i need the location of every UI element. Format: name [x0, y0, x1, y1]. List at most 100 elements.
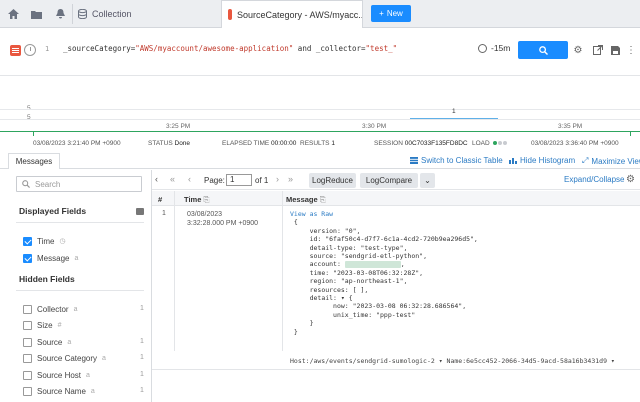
gridline [0, 109, 640, 110]
maximize-view-link[interactable]: ⤢ Maximize View [582, 156, 640, 166]
hidden-field-source-host[interactable]: Source Host a 1 [23, 369, 144, 381]
hide-histogram-link[interactable]: Hide Histogram [509, 156, 575, 165]
json-line[interactable]: detail: ▾ { [302, 294, 353, 302]
json-line: id: "6faf50c4-d7f7-6c1a-4cd2-720b9ea296d… [301, 235, 478, 244]
gear-icon[interactable]: ⚙ [626, 174, 635, 185]
field-checkbox[interactable] [23, 320, 32, 330]
hidden-field-source-name[interactable]: Source Name a 1 [23, 385, 144, 397]
tab-collection-label: Collection [92, 9, 132, 19]
row-number: 1 [162, 210, 166, 217]
hidden-field-collector[interactable]: Collector a 1 [23, 303, 144, 315]
elapsed-key: ELAPSED TIME [222, 140, 270, 147]
clock-icon: ◷ [59, 238, 66, 245]
page-label: Page: [204, 176, 225, 185]
field-checkbox[interactable] [23, 304, 32, 314]
divider [72, 4, 73, 24]
clock-icon [478, 43, 487, 53]
field-label: Collector [37, 304, 69, 314]
switch-classic-table-label: Switch to Classic Table [421, 156, 503, 165]
more-options-icon[interactable]: ⋮ [625, 44, 637, 56]
maximize-view-label: Maximize View [591, 156, 640, 166]
field-checkbox[interactable] [23, 253, 32, 263]
field-checkbox[interactable] [23, 236, 32, 246]
field-search-placeholder: Search [35, 179, 61, 189]
field-count: 1 [140, 387, 144, 394]
message-json[interactable]: View as Raw { version: "0", id: "6faf50c… [290, 210, 478, 336]
save-icon[interactable] [609, 44, 621, 56]
tab-source-category[interactable]: SourceCategory - AWS/myacc... [221, 0, 363, 28]
field-checkbox[interactable] [23, 386, 32, 396]
range-handle-start[interactable] [33, 131, 34, 136]
hidden-field-source[interactable]: Source a 1 [23, 336, 144, 348]
displayed-fields-heading: Displayed Fields [19, 206, 87, 216]
field-label: Source Host [37, 370, 82, 380]
bell-icon[interactable] [51, 5, 69, 23]
json-line: { [293, 218, 298, 227]
logcompare-dropdown[interactable]: ⌄ [420, 173, 435, 188]
page-total: of 1 [255, 176, 269, 185]
results-panel: ‹ « ‹ Page: 1 of 1 › » LogReduce LogComp… [152, 170, 640, 402]
gear-icon[interactable]: ⚙ [572, 44, 584, 56]
json-line: version: "0", [301, 226, 361, 235]
prev-page-icon[interactable]: ‹ [188, 174, 191, 184]
search-button[interactable] [518, 41, 568, 59]
load-dot [502, 141, 507, 146]
database-icon [78, 9, 87, 19]
expand-collapse-link[interactable]: Expand/Collapse [564, 175, 624, 184]
page-input[interactable]: 1 [226, 174, 252, 186]
last-page-icon[interactable]: » [288, 174, 293, 184]
tab-messages[interactable]: Messages [8, 153, 60, 169]
field-count: 1 [140, 338, 144, 345]
field-checkbox[interactable] [23, 353, 32, 363]
new-tab-button[interactable]: + New [371, 5, 411, 22]
results-toolbar: ‹ « ‹ Page: 1 of 1 › » LogReduce LogComp… [152, 170, 640, 190]
first-page-icon[interactable]: « [170, 174, 175, 184]
column-time-label: Time [184, 195, 202, 204]
view-as-raw-link[interactable]: View as Raw [290, 210, 333, 218]
text-type-icon: a [102, 354, 106, 362]
logcompare-button[interactable]: LogCompare [360, 173, 418, 188]
time-range-picker[interactable]: -15m [478, 43, 510, 53]
text-type-icon: a [90, 387, 95, 395]
query-editor[interactable]: _sourceCategory="AWS/myaccount/awesome-a… [63, 44, 397, 53]
row-divider [152, 369, 640, 370]
displayed-field-message[interactable]: Message a [23, 252, 141, 264]
range-start: 03/08/2023 3:21:40 PM +0900 [33, 140, 121, 147]
tab-collection[interactable]: Collection [78, 3, 132, 25]
field-checkbox[interactable] [23, 337, 32, 347]
displayed-field-time[interactable]: Time ◷ [23, 235, 141, 247]
session-label: SESSION 00C7033F135FD8DC [374, 140, 468, 147]
history-icon[interactable] [24, 44, 36, 56]
folder-icon[interactable] [27, 5, 45, 23]
column-header-message[interactable]: Message ⎘ [286, 195, 326, 205]
hidden-field-size[interactable]: Size # [23, 319, 141, 331]
chevron-left-icon[interactable]: ‹ [155, 174, 158, 184]
tab-active-label: SourceCategory - AWS/myacc... [237, 9, 363, 20]
column-header-time[interactable]: Time ⎘ [184, 195, 209, 205]
field-search-input[interactable]: Search [16, 176, 142, 192]
home-icon[interactable] [4, 5, 22, 23]
load-dot [497, 141, 502, 146]
logreduce-button[interactable]: LogReduce [309, 173, 356, 188]
field-checkbox[interactable] [23, 370, 32, 380]
name-field[interactable]: Name:6e5cc452-2066-34d5-9acd-58a16b3431d… [447, 357, 607, 365]
range-handle-end[interactable] [630, 131, 631, 136]
histogram-tick: 3:25 PM [166, 123, 191, 130]
save-fields-icon[interactable] [136, 208, 144, 215]
host-field[interactable]: Host:/aws/events/sendgrid-sumologic-2 [290, 357, 435, 365]
field-count: 1 [140, 371, 144, 378]
json-line: } [301, 319, 314, 328]
json-line: now: "2023-03-08 06:32:28.686564", [317, 302, 467, 311]
hidden-field-source-category[interactable]: Source Category a 1 [23, 352, 144, 364]
status-row: 03/08/2023 3:21:40 PM +0900 STATUS Done … [0, 137, 640, 151]
new-tab-label: New [386, 9, 403, 18]
time-range-track[interactable] [0, 131, 640, 132]
share-icon[interactable] [592, 44, 604, 56]
number-type-icon: # [57, 321, 62, 329]
switch-classic-table-link[interactable]: Switch to Classic Table [410, 156, 503, 165]
message-metadata: Host:/aws/events/sendgrid-sumologic-2 ▾ … [290, 357, 615, 365]
histogram-tick: 3:35 PM [558, 123, 583, 130]
field-label: Time [37, 236, 55, 246]
histogram-tick: 3:30 PM [362, 123, 387, 130]
next-page-icon[interactable]: › [276, 174, 279, 184]
